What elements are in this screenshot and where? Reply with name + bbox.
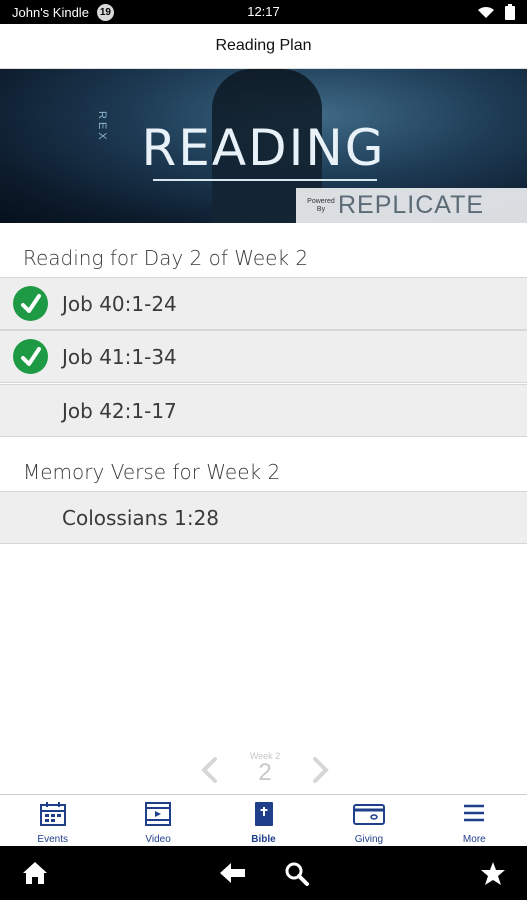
brand-strip: Powered By REPLICATE	[296, 188, 527, 223]
reading-item[interactable]: Job 40:1-24	[0, 277, 527, 330]
bible-icon	[250, 801, 278, 832]
menu-icon	[460, 801, 488, 832]
page-title: Reading Plan	[215, 37, 312, 54]
chevron-right-icon[interactable]	[312, 757, 330, 788]
tab-more[interactable]: More	[422, 795, 527, 846]
calendar-icon	[39, 801, 67, 832]
film-icon	[144, 801, 172, 832]
tab-events[interactable]: Events	[0, 795, 105, 846]
brand-name: REPLICATE	[338, 191, 485, 219]
tab-giving[interactable]: Giving	[316, 795, 421, 846]
tab-label: More	[462, 834, 486, 845]
tab-label: Video	[145, 834, 171, 845]
battery-icon	[505, 4, 515, 23]
tab-label: Bible	[251, 834, 276, 845]
tab-label: Events	[37, 834, 68, 845]
tab-video[interactable]: Video	[105, 795, 210, 846]
reading-item[interactable]: Job 41:1-34	[0, 330, 527, 383]
reading-item-label: Job 40:1-24	[62, 291, 177, 316]
memory-item[interactable]: Colossians 1:28	[0, 491, 527, 544]
memory-item-label: Colossians 1:28	[62, 505, 220, 530]
status-bar: John's Kindle 19 12:17	[0, 0, 527, 24]
tab-bible[interactable]: Bible	[211, 795, 316, 846]
checkmark-icon[interactable]	[13, 286, 48, 321]
bottom-tab-bar: Events Video Bible Giving More	[0, 794, 527, 846]
reading-banner: REX READING Powered By REPLICATE	[0, 69, 527, 223]
star-icon[interactable]	[480, 861, 506, 891]
tab-label: Giving	[354, 834, 384, 845]
wifi-icon	[477, 5, 495, 22]
memory-heading-text: Memory Verse for Week 2	[23, 460, 281, 484]
title-bar: Reading Plan	[0, 24, 527, 69]
card-icon	[352, 801, 385, 832]
banner-underline	[153, 179, 377, 181]
clock: 12:17	[247, 4, 280, 19]
reading-item-label: Job 41:1-34	[62, 344, 177, 369]
home-icon[interactable]	[22, 861, 48, 890]
checkmark-icon[interactable]	[13, 339, 48, 374]
reading-item[interactable]: Job 42:1-17	[0, 384, 527, 437]
back-arrow-icon[interactable]	[219, 861, 247, 890]
powered-by-text: Powered By	[307, 197, 335, 213]
search-icon[interactable]	[284, 861, 310, 892]
reading-heading-text: Reading for Day 2 of Week 2	[23, 246, 309, 270]
system-nav-bar	[0, 846, 527, 900]
reading-item-label: Job 42:1-17	[62, 398, 177, 423]
banner-title: READING	[141, 119, 386, 177]
week-pager: Week 2 2	[195, 751, 335, 791]
